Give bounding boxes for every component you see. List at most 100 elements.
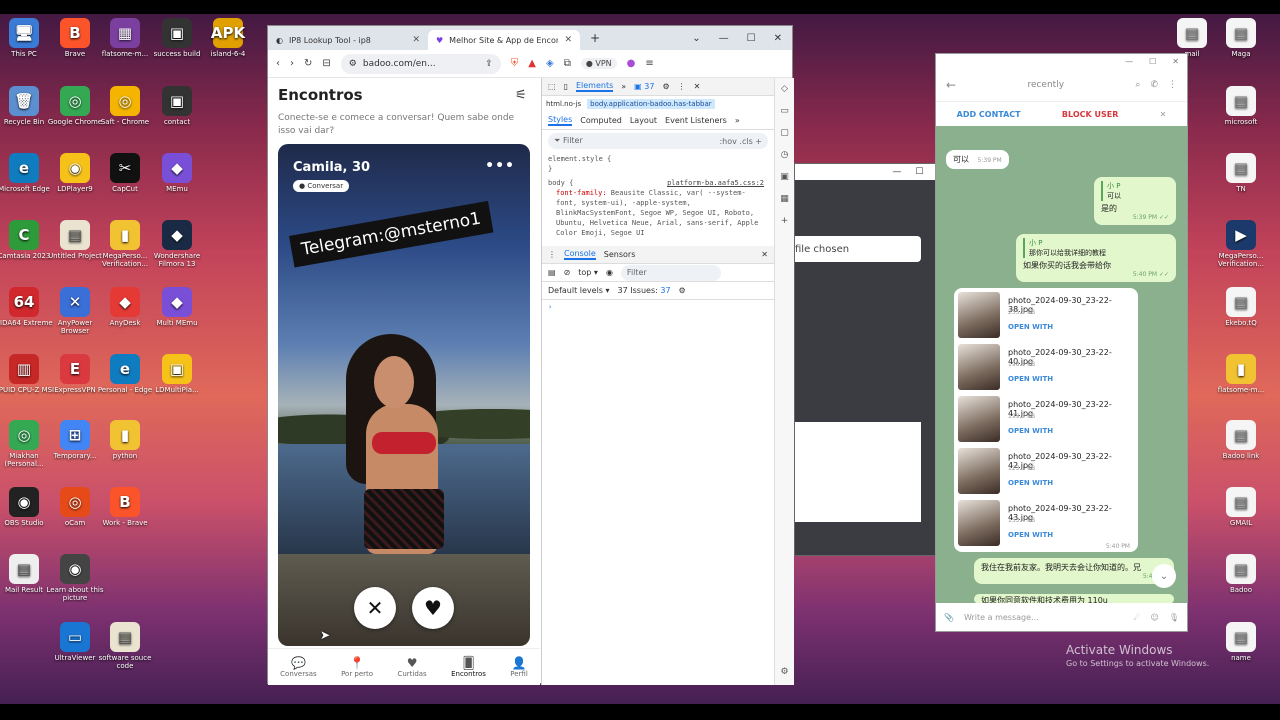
drawer-menu-icon[interactable]: ⋮ xyxy=(548,250,556,259)
leo-icon[interactable]: ● xyxy=(627,58,636,69)
add-rule-icon[interactable]: + xyxy=(755,137,762,146)
sidebar-settings-icon[interactable]: ⚙ xyxy=(780,667,788,677)
sidebar-toggle-icon[interactable]: ▤ xyxy=(548,268,556,277)
open-with-button[interactable]: OPEN WITH xyxy=(1008,479,1053,487)
desktop-icon[interactable]: B Work - Brave xyxy=(93,487,157,535)
desktop-icon[interactable]: ▤ software souce code xyxy=(93,622,157,670)
desktop-icon[interactable]: ▤ TN xyxy=(1209,153,1273,201)
tab-badoo[interactable]: ♥ Melhor Site & App de Encontro ✕ xyxy=(428,30,580,50)
dislike-button[interactable]: ✕ xyxy=(354,587,396,629)
more-icon[interactable]: ⋮ xyxy=(678,82,686,91)
photo-file-row[interactable]: photo_2024-09-30_23-22-42.jpg 123.1 KB OPE… xyxy=(958,446,1134,496)
tab-computed[interactable]: Computed xyxy=(580,116,622,125)
mic-icon[interactable]: 🎙 xyxy=(1169,613,1179,622)
context-select[interactable]: top ▾ xyxy=(578,268,598,277)
message-in[interactable]: 可以 5:39 PM xyxy=(946,150,1009,169)
message-input[interactable]: Write a message... xyxy=(964,613,1123,622)
tab-ip8[interactable]: ◐ IP8 Lookup Tool - ip8 ✕ xyxy=(268,30,428,50)
photo-file-row[interactable]: photo_2024-09-30_23-22-40.jpg 198.6 KB OPE… xyxy=(958,342,1134,392)
desktop-icon[interactable]: ◆ MEmu xyxy=(145,153,209,201)
tab-styles[interactable]: Styles xyxy=(548,115,573,126)
photo-file-row[interactable]: photo_2024-09-30_23-22-38.jpg 235.3 KB OPE… xyxy=(958,290,1134,340)
sidebar-grid-icon[interactable]: ▦ xyxy=(780,194,789,204)
maximize-icon[interactable]: ☐ xyxy=(915,167,923,177)
search-icon[interactable]: ⌕ xyxy=(1135,80,1140,90)
desktop-icon[interactable]: ▮ python xyxy=(93,420,157,468)
filter-icon[interactable]: ⚟ xyxy=(515,88,527,103)
desktop-icon[interactable]: ▤ Ekebo.tQ xyxy=(1209,287,1273,335)
tab-layout[interactable]: Layout xyxy=(630,116,657,125)
extensions-icon[interactable]: ⧉ xyxy=(564,58,571,69)
photo-thumbnail[interactable] xyxy=(958,292,1000,338)
add-contact-button[interactable]: ADD CONTACT xyxy=(957,110,1021,119)
close-devtools-icon[interactable]: ✕ xyxy=(694,82,701,91)
styles-filter[interactable]: ⏷ Filter :hov .cls + xyxy=(548,133,768,149)
device-toggle-icon[interactable]: ▯ xyxy=(564,82,568,91)
tab-search-icon[interactable]: ⌄ xyxy=(692,33,700,44)
nav-item-perfil[interactable]: 👤 Perfil xyxy=(510,656,528,678)
crumb-body[interactable]: body.application-badoo.has-tabbar xyxy=(587,99,715,109)
sidebar-add-icon[interactable]: + xyxy=(781,216,789,226)
like-button[interactable]: ♥ xyxy=(412,587,454,629)
site-info-icon[interactable]: ⚙ xyxy=(349,59,357,69)
minimize-icon[interactable]: — xyxy=(1125,57,1133,66)
console-settings-icon[interactable]: ⚙ xyxy=(679,286,686,295)
photo-thumbnail[interactable] xyxy=(958,396,1000,442)
close-icon[interactable]: ✕ xyxy=(1172,57,1179,66)
desktop-icon[interactable]: ◉ Learn about this picture xyxy=(43,554,107,602)
vpn-button[interactable]: ● VPN xyxy=(580,58,617,69)
sidebar-chat-icon[interactable]: ▭ xyxy=(780,106,789,116)
menu-icon[interactable]: ≡ xyxy=(645,58,653,69)
open-with-button[interactable]: OPEN WITH xyxy=(1008,531,1053,539)
maximize-icon[interactable]: ☐ xyxy=(747,33,756,44)
tab-event-listeners[interactable]: Event Listeners xyxy=(665,116,727,125)
photo-thumbnail[interactable] xyxy=(958,500,1000,546)
open-with-button[interactable]: OPEN WITH xyxy=(1008,427,1053,435)
tab-console[interactable]: Console xyxy=(564,249,596,260)
desktop-icon[interactable]: ◆ Multi MEmu xyxy=(145,287,209,335)
settings-icon[interactable]: ⚙ xyxy=(662,82,669,91)
url-field[interactable]: ⚙ badoo.com/en... ⇪ xyxy=(340,53,501,74)
file-input[interactable]: file chosen xyxy=(795,236,921,262)
console-prompt[interactable]: › xyxy=(542,300,793,314)
photo-file-row[interactable]: photo_2024-09-30_23-22-43.jpg 153.4 KB OPE… xyxy=(958,498,1134,548)
eye-icon[interactable]: ◉ xyxy=(606,268,613,277)
photo-thumbnail[interactable] xyxy=(958,344,1000,390)
console-filter[interactable]: Filter xyxy=(620,264,721,281)
desktop-icon[interactable]: ▤ Maga xyxy=(1209,18,1273,66)
nav-item-curtidas[interactable]: ♥ Curtidas xyxy=(397,656,426,678)
clear-console-icon[interactable]: ⊘ xyxy=(564,268,571,277)
photo-file-row[interactable]: photo_2024-09-30_23-22-41.jpg 199.3 KB OPE… xyxy=(958,394,1134,444)
hov-toggle[interactable]: :hov xyxy=(719,137,736,146)
wallet-icon[interactable]: ◈ xyxy=(546,58,554,69)
message-out[interactable]: 小 P 可以 是的 5:39 PM ✓✓ xyxy=(1094,177,1176,225)
profile-card[interactable]: Camila, 30 ••• ● Conversar Telegram:@mst… xyxy=(278,144,530,646)
scroll-down-button[interactable]: ⌄ xyxy=(1152,564,1176,588)
sidebar-pin-icon[interactable]: ◇ xyxy=(781,84,788,94)
photo-thumbnail[interactable] xyxy=(958,448,1000,494)
issues-link[interactable]: 37 Issues: 37 xyxy=(618,286,671,295)
sidebar-reading-icon[interactable]: ▢ xyxy=(780,128,789,138)
desktop-icon[interactable]: ▣ LDMultiPla... xyxy=(145,354,209,402)
nav-item-por-perto[interactable]: 📍 Por perto xyxy=(341,656,373,678)
close-actions-icon[interactable]: ✕ xyxy=(1160,110,1167,119)
message-out[interactable]: 小 P 那你可以给我详细的教程 如果你买的话我会带给你 5:40 PM ✓✓ xyxy=(1016,234,1176,282)
more-tabs-icon[interactable]: » xyxy=(621,82,626,91)
desktop-icon[interactable]: ▣ contact xyxy=(145,86,209,134)
desktop-icon[interactable]: ◆ Wondershare Filmora 13 xyxy=(145,220,209,268)
more-tabs-icon[interactable]: » xyxy=(735,116,740,125)
brave-shield-icon[interactable]: ⛨ xyxy=(511,58,519,69)
more-icon[interactable]: ⋮ xyxy=(1168,80,1177,90)
share-icon[interactable]: ⇪ xyxy=(485,59,493,69)
cls-toggle[interactable]: .cls xyxy=(739,137,752,146)
minimize-icon[interactable]: — xyxy=(719,33,729,44)
reload-icon[interactable]: ↻ xyxy=(304,58,312,69)
tab-sensors[interactable]: Sensors xyxy=(604,250,636,259)
desktop-icon[interactable]: ▤ GMAIL xyxy=(1209,487,1273,535)
nav-item-conversas[interactable]: 💬 Conversas xyxy=(280,656,317,678)
bookmark-icon[interactable]: ⊟ xyxy=(322,58,330,69)
close-tab-icon[interactable]: ✕ xyxy=(564,35,572,45)
desktop-icon[interactable]: ▤ name xyxy=(1209,622,1273,670)
issues-badge[interactable]: ▣ 37 xyxy=(634,82,654,91)
message-out[interactable]: 我住在我前友家。我明天去会让你知道的。兄 5:40 PM xyxy=(974,558,1174,584)
